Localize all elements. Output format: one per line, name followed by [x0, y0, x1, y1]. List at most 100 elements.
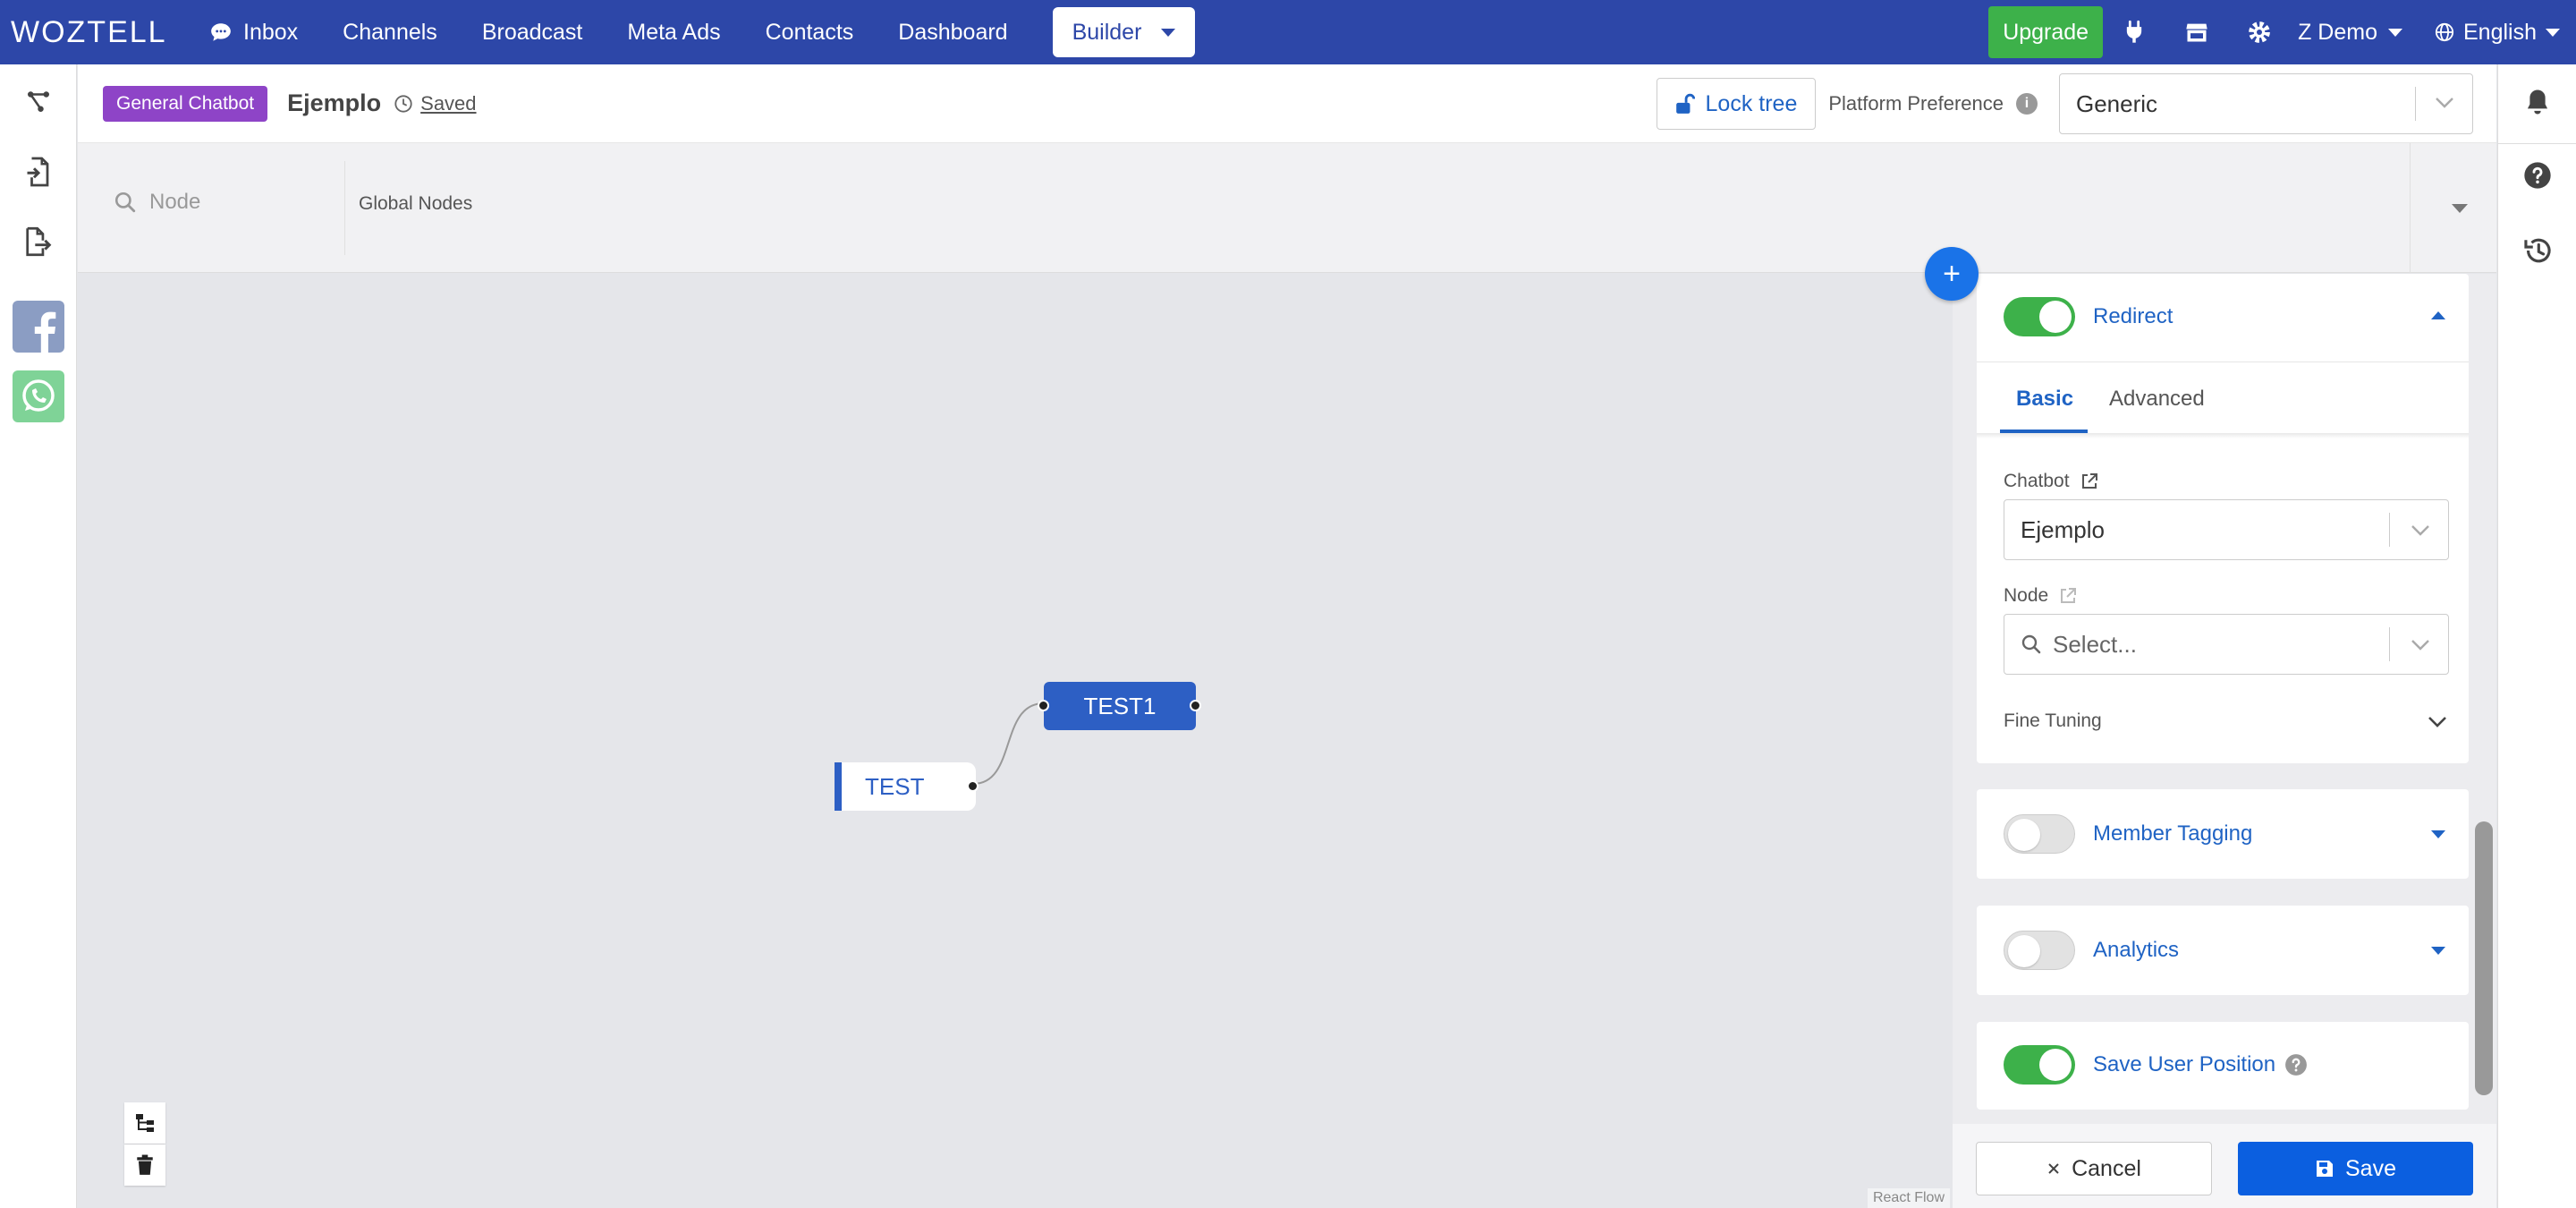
caret-down-icon — [1161, 28, 1176, 37]
select-separator — [2389, 627, 2390, 661]
woztell-logo[interactable]: WOZTELL — [11, 15, 209, 50]
store-icon[interactable] — [2165, 20, 2228, 45]
expand-icon[interactable] — [2431, 947, 2445, 955]
top-nav: WOZTELL Inbox Channels Broadcast Meta Ad… — [0, 0, 2576, 64]
nav-broadcast-label: Broadcast — [481, 19, 583, 45]
platform-preference-value: Generic — [2076, 89, 2158, 117]
auto-layout-icon[interactable] — [124, 1102, 165, 1144]
chatbot-name: Ejemplo — [287, 89, 382, 116]
expand-icon[interactable] — [2431, 830, 2445, 838]
node-search-input[interactable]: Node — [114, 190, 200, 215]
select-separator — [2389, 513, 2390, 547]
cancel-label: Cancel — [2072, 1155, 2141, 1181]
info-icon[interactable]: i — [2016, 93, 2038, 115]
saved-label: Saved — [420, 91, 477, 115]
chevron-down-icon[interactable] — [2428, 716, 2447, 728]
chevron-down-icon — [2411, 525, 2429, 536]
select-separator — [2415, 87, 2416, 121]
user-menu[interactable]: Z Demo — [2298, 20, 2402, 46]
flow-node-test1[interactable]: TEST1 — [1044, 682, 1196, 730]
import-icon[interactable] — [0, 156, 77, 188]
redirect-title[interactable]: Redirect — [2093, 304, 2173, 329]
fine-tuning-label: Fine Tuning — [2004, 710, 2102, 731]
tab-advanced[interactable]: Advanced — [2109, 387, 2205, 412]
node-field-label: Node — [2004, 585, 2077, 607]
node-edge — [972, 702, 1045, 785]
nav-inbox[interactable]: Inbox — [209, 20, 298, 46]
history-icon[interactable] — [2498, 236, 2576, 265]
flow-tree-icon[interactable] — [0, 88, 77, 115]
node-source-handle[interactable] — [1190, 700, 1201, 711]
whatsapp-icon[interactable] — [0, 370, 77, 422]
chat-icon — [211, 23, 231, 41]
node-source-handle[interactable] — [967, 780, 979, 792]
nav-dashboard[interactable]: Dashboard — [898, 20, 1007, 46]
facebook-icon[interactable] — [0, 301, 77, 353]
nav-broadcast[interactable]: Broadcast — [482, 20, 583, 46]
caret-down-icon[interactable] — [2452, 204, 2468, 213]
language-menu[interactable]: English — [2435, 20, 2560, 46]
flow-node-test[interactable]: TEST — [835, 762, 976, 811]
tab-basic[interactable]: Basic — [2016, 387, 2073, 412]
node-filter-bar: Node Global Nodes — [78, 143, 2496, 273]
member-tagging-toggle[interactable] — [2004, 814, 2075, 854]
fine-tuning-toggle[interactable]: Fine Tuning — [2004, 710, 2102, 732]
node-target-handle[interactable] — [1038, 700, 1049, 711]
node-select[interactable]: Select... — [2004, 614, 2449, 675]
save-user-position-label: Save User Position — [2093, 1052, 2276, 1076]
saved-status[interactable]: Saved — [394, 91, 477, 115]
nav-channels-label: Channels — [343, 19, 437, 45]
divider — [2410, 143, 2411, 273]
save-user-position-title[interactable]: Save User Position — [2093, 1052, 2308, 1077]
save-user-position-toggle[interactable] — [2004, 1045, 2075, 1085]
platform-preference-select[interactable]: Generic — [2059, 73, 2473, 134]
lock-tree-button[interactable]: Lock tree — [1656, 78, 1817, 130]
analytics-title[interactable]: Analytics — [2093, 938, 2179, 963]
save-button[interactable]: Save — [2238, 1142, 2473, 1195]
chevron-down-icon — [2436, 98, 2453, 108]
chatbot-select[interactable]: Ejemplo — [2004, 499, 2449, 560]
user-name: Z Demo — [2298, 19, 2377, 45]
gear-icon[interactable] — [2228, 19, 2291, 46]
tab-shadow — [1977, 433, 2469, 438]
add-node-button[interactable]: + — [1925, 247, 1979, 301]
help-icon[interactable] — [2284, 1053, 2308, 1076]
collapse-icon[interactable] — [2431, 311, 2445, 319]
clock-icon — [394, 94, 412, 113]
react-flow-attribution[interactable]: React Flow — [1867, 1188, 1950, 1208]
node-settings-panel: Redirect Basic Advanced Chatbot Ejemplo … — [1953, 274, 2496, 1208]
nav-meta-ads[interactable]: Meta Ads — [627, 20, 720, 46]
upgrade-button[interactable]: Upgrade — [1988, 6, 2104, 58]
bell-icon[interactable] — [2498, 88, 2576, 116]
member-tagging-card: Member Tagging — [1977, 789, 2469, 879]
external-link-icon[interactable] — [2080, 472, 2098, 490]
caret-down-icon — [2388, 28, 2402, 37]
node-search-placeholder: Node — [149, 190, 201, 214]
redirect-toggle[interactable] — [2004, 297, 2075, 336]
cancel-button[interactable]: Cancel — [1976, 1142, 2212, 1195]
global-nodes-label[interactable]: Global Nodes — [359, 193, 472, 215]
nav-channels[interactable]: Channels — [343, 20, 437, 46]
language-label: English — [2463, 19, 2537, 45]
chatbot-type-badge: General Chatbot — [103, 85, 268, 122]
nav-dashboard-label: Dashboard — [898, 19, 1008, 45]
help-icon[interactable] — [2498, 161, 2576, 190]
flow-node-label: TEST1 — [1083, 692, 1157, 719]
analytics-toggle[interactable] — [2004, 931, 2075, 970]
platform-preference-label: Platform Preference — [1828, 92, 2004, 115]
flow-canvas[interactable]: TEST TEST1 React Flow — [78, 274, 1952, 1208]
export-icon[interactable] — [0, 225, 77, 258]
member-tagging-title[interactable]: Member Tagging — [2093, 821, 2252, 846]
analytics-card: Analytics — [1977, 906, 2469, 995]
panel-scrollbar[interactable] — [2475, 821, 2493, 1095]
right-sidebar — [2497, 64, 2576, 1208]
trash-icon[interactable] — [124, 1144, 165, 1186]
node-select-placeholder: Select... — [2053, 630, 2137, 658]
nav-meta-ads-label: Meta Ads — [627, 19, 721, 45]
floppy-disk-icon — [2317, 1161, 2333, 1177]
redirect-card: Redirect Basic Advanced Chatbot Ejemplo … — [1977, 274, 2469, 763]
plug-icon[interactable] — [2103, 19, 2165, 46]
nav-builder[interactable]: Builder — [1052, 7, 1196, 57]
nav-contacts[interactable]: Contacts — [766, 20, 854, 46]
divider — [2498, 143, 2576, 144]
